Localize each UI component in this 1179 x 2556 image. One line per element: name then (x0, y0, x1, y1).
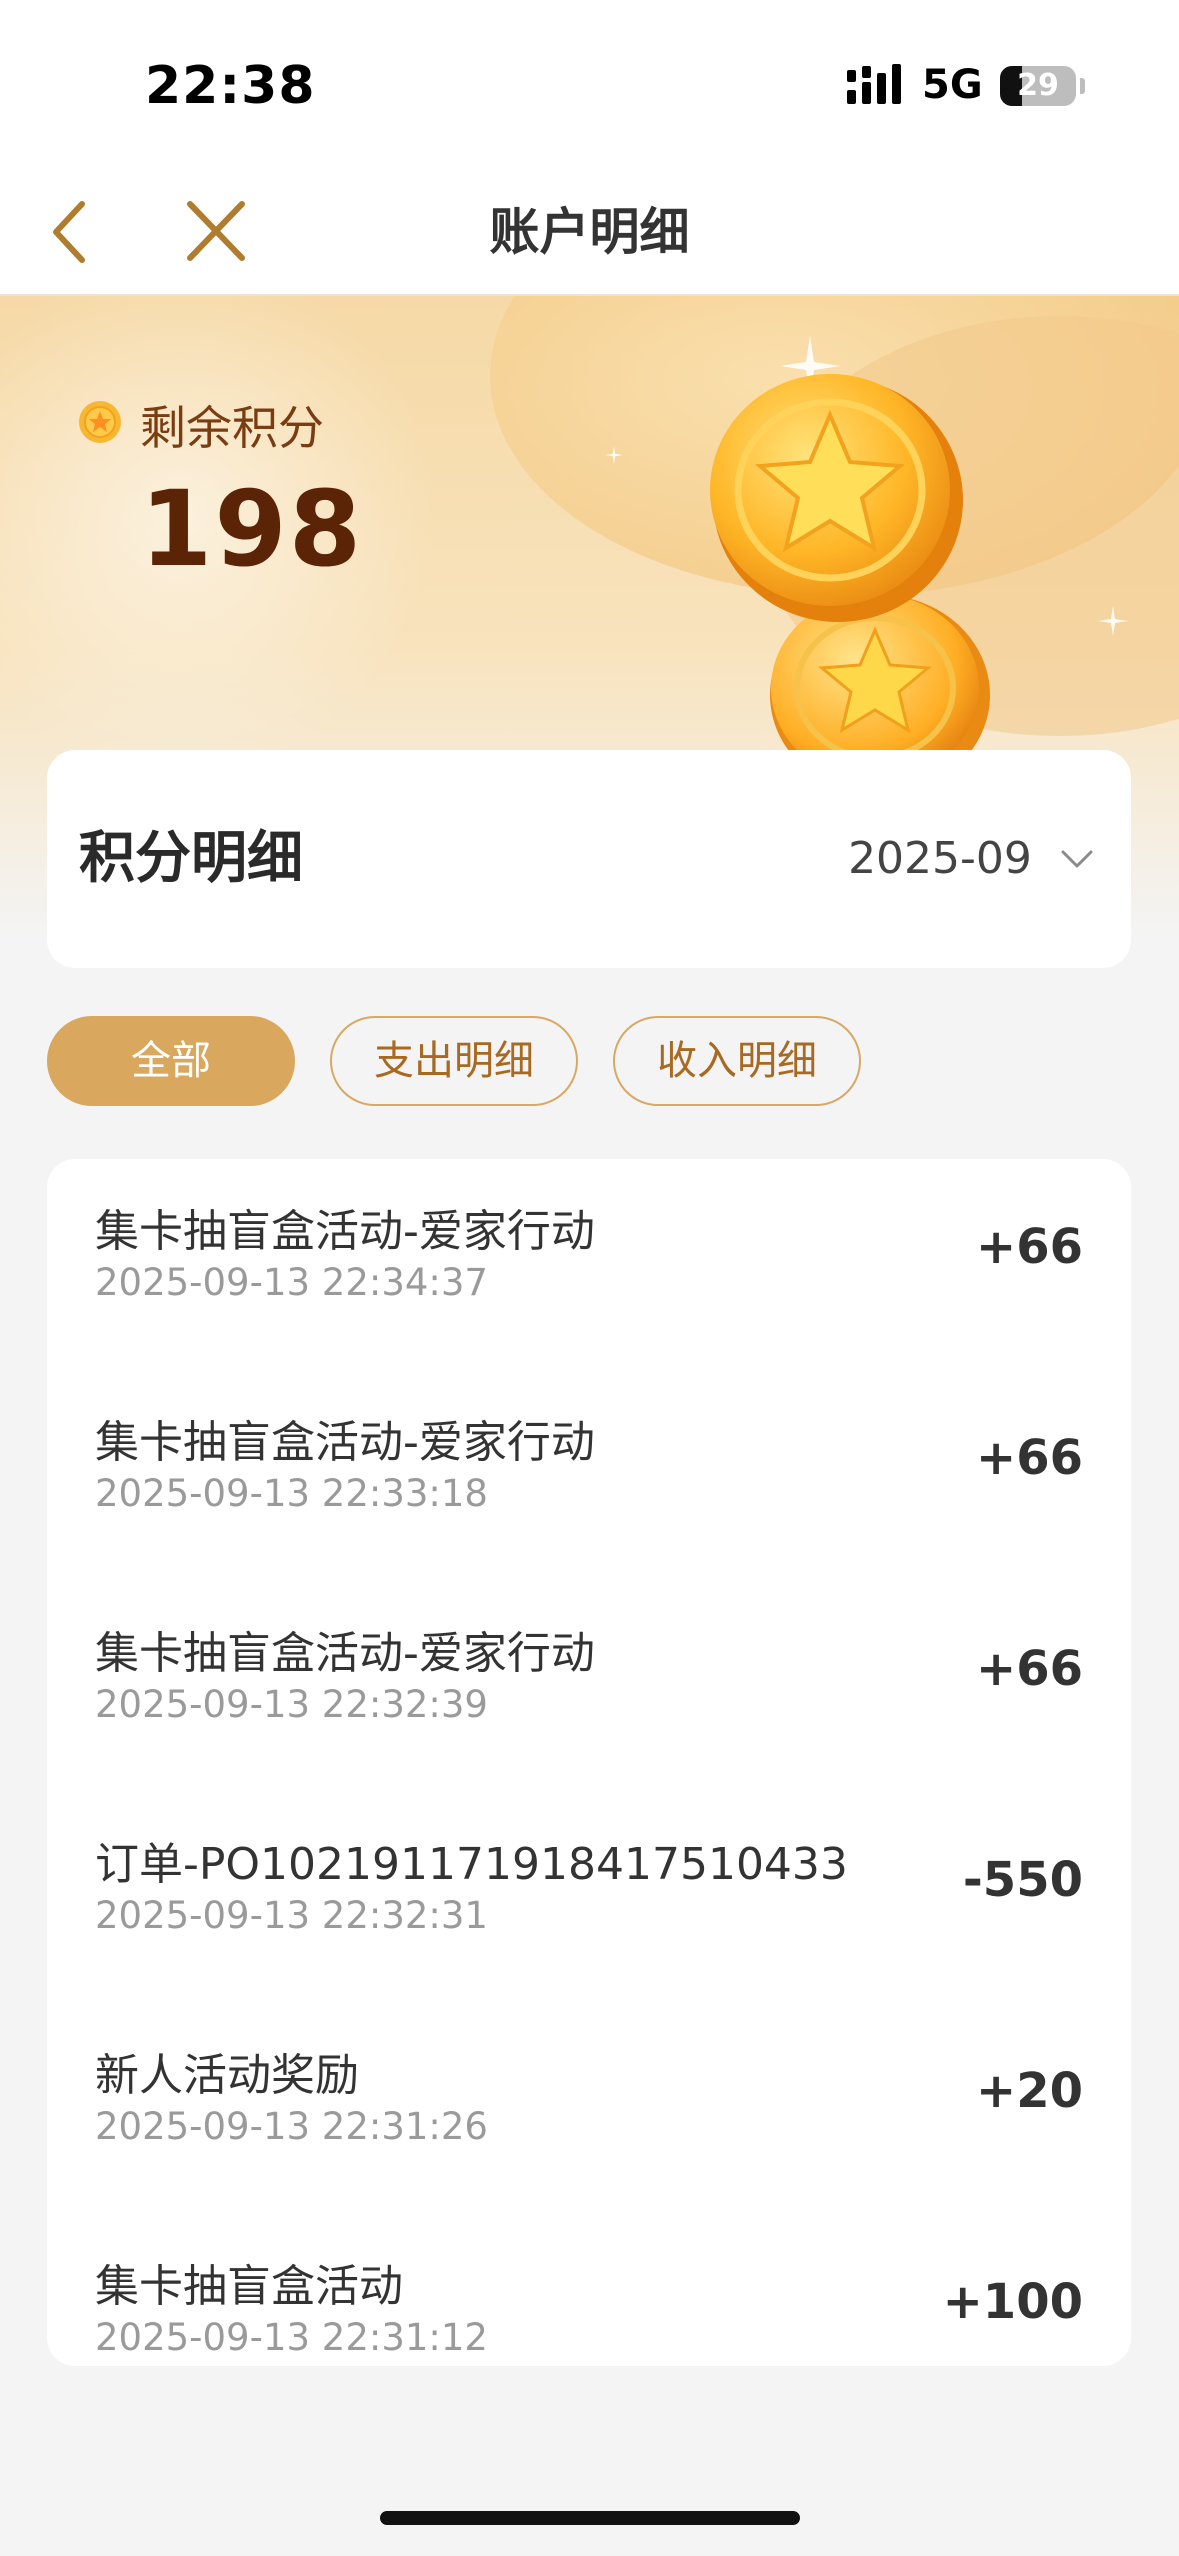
chevron-down-icon (1061, 850, 1093, 868)
filter-income[interactable]: 收入明细 (613, 1016, 861, 1106)
transaction-amount: +100 (942, 2274, 1083, 2330)
transaction-amount: +20 (975, 2063, 1083, 2119)
month-picker[interactable]: 2025-09 (848, 750, 1097, 968)
transaction-time: 2025-09-13 22:32:31 (95, 1894, 488, 1937)
network-type: 5G (922, 62, 983, 108)
transaction-time: 2025-09-13 22:31:26 (95, 2105, 488, 2148)
battery-text: 29 (1017, 68, 1059, 103)
transaction-time: 2025-09-13 22:33:18 (95, 1472, 488, 1515)
transaction-list: 集卡抽盲盒活动-爱家行动 2025-09-13 22:34:37 +66 集卡抽… (47, 1159, 1131, 2366)
coin-icon (79, 401, 121, 443)
status-bar: 22:38 5G 29 (0, 0, 1179, 170)
transaction-row[interactable]: 集卡抽盲盒活动 2025-09-13 22:31:12 +100 (47, 2214, 1131, 2366)
points-detail-header: 积分明细 2025-09 (47, 750, 1131, 968)
close-icon (187, 201, 245, 261)
signal-icon (847, 64, 901, 104)
coin-stack-illustration (710, 374, 990, 760)
transaction-row[interactable]: 订单-PO102191171918417510433 2025-09-13 22… (47, 1792, 1131, 2003)
transaction-amount: +66 (975, 1641, 1083, 1697)
battery-icon: 29 (1000, 66, 1076, 106)
close-button[interactable] (176, 192, 256, 272)
transaction-row[interactable]: 集卡抽盲盒活动-爱家行动 2025-09-13 22:32:39 +66 (47, 1581, 1131, 1792)
sparkle-icon (1098, 606, 1128, 636)
transaction-amount: -550 (962, 1852, 1083, 1908)
transaction-amount: +66 (975, 1430, 1083, 1486)
points-value: 198 (140, 468, 364, 590)
transaction-row[interactable]: 新人活动奖励 2025-09-13 22:31:26 +20 (47, 2003, 1131, 2214)
filter-all[interactable]: 全部 (47, 1016, 295, 1106)
transaction-title: 集卡抽盲盒活动-爱家行动 (95, 1206, 595, 1257)
transaction-row[interactable]: 集卡抽盲盒活动-爱家行动 2025-09-13 22:34:37 +66 (47, 1159, 1131, 1370)
transaction-time: 2025-09-13 22:34:37 (95, 1261, 488, 1304)
chevron-left-icon (53, 201, 85, 263)
status-time: 22:38 (145, 56, 316, 116)
transaction-title: 订单-PO102191171918417510433 (95, 1839, 848, 1890)
account-detail-page: 22:38 5G 29 账户明细 剩余积分 198 积分明细 2025-09 全… (0, 0, 1179, 2556)
sparkle-icon (605, 446, 623, 464)
points-label: 剩余积分 (140, 401, 324, 455)
battery-tip (1080, 78, 1085, 94)
navigation-bar: 账户明细 (0, 170, 1179, 296)
transaction-time: 2025-09-13 22:31:12 (95, 2316, 488, 2359)
filter-expense[interactable]: 支出明细 (330, 1016, 578, 1106)
back-button[interactable] (30, 192, 110, 272)
transaction-title: 集卡抽盲盒活动-爱家行动 (95, 1628, 595, 1679)
detail-title: 积分明细 (79, 826, 303, 891)
home-indicator (380, 2511, 800, 2525)
transaction-title: 集卡抽盲盒活动 (95, 2261, 403, 2312)
filter-tabs: 全部 支出明细 收入明细 (47, 1016, 1147, 1110)
transaction-title: 集卡抽盲盒活动-爱家行动 (95, 1417, 595, 1468)
transaction-row[interactable]: 集卡抽盲盒活动-爱家行动 2025-09-13 22:33:18 +66 (47, 1370, 1131, 1581)
transaction-time: 2025-09-13 22:32:39 (95, 1683, 488, 1726)
month-value: 2025-09 (848, 833, 1032, 884)
transaction-title: 新人活动奖励 (95, 2050, 359, 2101)
transaction-amount: +66 (975, 1219, 1083, 1275)
